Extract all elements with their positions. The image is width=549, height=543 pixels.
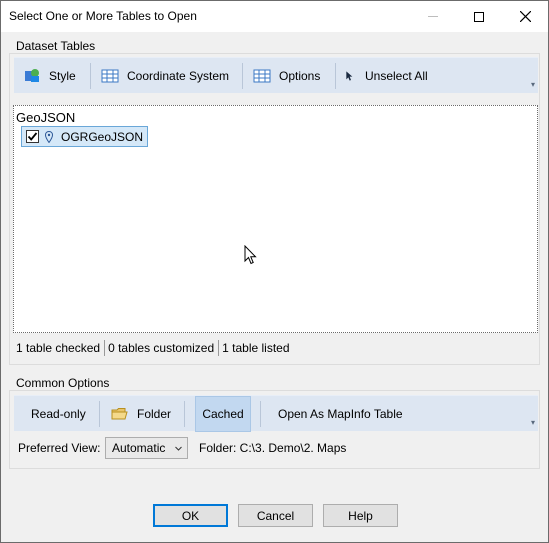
arrow-pointer-icon — [346, 71, 353, 81]
open-as-mapinfo-label: Open As MapInfo Table — [278, 407, 403, 421]
toolbar-overflow-icon[interactable]: ▾ — [531, 418, 535, 427]
read-only-button[interactable]: Read-only — [31, 396, 86, 432]
options-button[interactable]: Options — [253, 58, 320, 94]
map-pin-icon — [45, 130, 53, 143]
minimize-button[interactable] — [410, 1, 456, 32]
list-group-geojson: GeoJSON — [16, 110, 76, 125]
coordinate-system-button[interactable]: Coordinate System — [101, 58, 229, 94]
folder-button[interactable]: Folder — [111, 396, 171, 432]
cached-button[interactable]: Cached — [195, 396, 251, 432]
toolbar-separator — [90, 63, 91, 89]
maximize-icon — [474, 11, 484, 22]
status-customized: 0 tables customized — [108, 341, 215, 355]
unselect-all-button[interactable]: Unselect All — [345, 58, 428, 94]
cached-label: Cached — [202, 407, 244, 421]
title-bar: Select One or More Tables to Open — [1, 1, 548, 32]
toolbar-separator — [99, 401, 100, 427]
status-bar: 1 table checked 0 tables customized 1 ta… — [13, 338, 294, 358]
dialog-window: Select One or More Tables to Open Datase… — [0, 0, 549, 543]
close-button[interactable] — [502, 1, 548, 32]
ok-button[interactable]: OK — [153, 504, 228, 527]
common-toolbar: Read-only Folder Cached Open As MapInfo … — [14, 395, 538, 432]
mouse-cursor-icon — [244, 245, 257, 265]
table-list[interactable]: GeoJSON OGRGeoJSON — [13, 105, 538, 333]
common-options-label: Common Options — [16, 376, 110, 390]
toolbar-separator — [335, 63, 336, 89]
open-as-mapinfo-button[interactable]: Open As MapInfo Table — [278, 396, 403, 432]
status-listed: 1 table listed — [222, 341, 290, 355]
help-label: Help — [348, 508, 373, 523]
preferred-view-label: Preferred View: — [18, 441, 101, 455]
window-title: Select One or More Tables to Open — [9, 9, 197, 23]
table-checkbox[interactable] — [26, 130, 39, 143]
folder-path: Folder: C:\3. Demo\2. Maps — [199, 441, 347, 455]
dataset-tables-label: Dataset Tables — [16, 39, 96, 53]
table-grid-icon — [101, 69, 119, 83]
chevron-down-icon — [175, 446, 182, 451]
toolbar-overflow-icon[interactable]: ▾ — [531, 80, 535, 89]
minimize-icon — [428, 16, 438, 17]
toolbar-separator — [184, 401, 185, 427]
style-icon — [25, 69, 39, 82]
style-label: Style — [49, 69, 76, 83]
folder-label: Folder — [137, 407, 172, 421]
table-grid-icon — [253, 69, 271, 83]
folder-icon — [111, 408, 128, 420]
close-icon — [519, 11, 531, 22]
help-button[interactable]: Help — [323, 504, 398, 527]
preferred-view-value: Automatic — [112, 441, 166, 455]
toolbar-separator — [260, 401, 261, 427]
checkmark-icon — [27, 132, 38, 141]
style-button[interactable]: Style — [23, 58, 76, 94]
cancel-label: Cancel — [256, 508, 295, 523]
preferred-view-select[interactable]: Automatic — [105, 437, 188, 459]
toolbar-separator — [242, 63, 243, 89]
list-item-label: OGRGeoJSON — [61, 129, 144, 144]
options-label: Options — [279, 69, 321, 83]
unselect-all-label: Unselect All — [365, 69, 428, 83]
coordinate-system-label: Coordinate System — [127, 69, 230, 83]
dataset-toolbar: Style Coordinate System Options Unselect… — [14, 57, 538, 93]
ok-label: OK — [181, 508, 200, 523]
read-only-label: Read-only — [31, 407, 86, 421]
cancel-button[interactable]: Cancel — [238, 504, 313, 527]
list-item[interactable]: OGRGeoJSON — [21, 126, 148, 147]
status-checked: 1 table checked — [16, 341, 101, 355]
maximize-button[interactable] — [456, 1, 502, 32]
